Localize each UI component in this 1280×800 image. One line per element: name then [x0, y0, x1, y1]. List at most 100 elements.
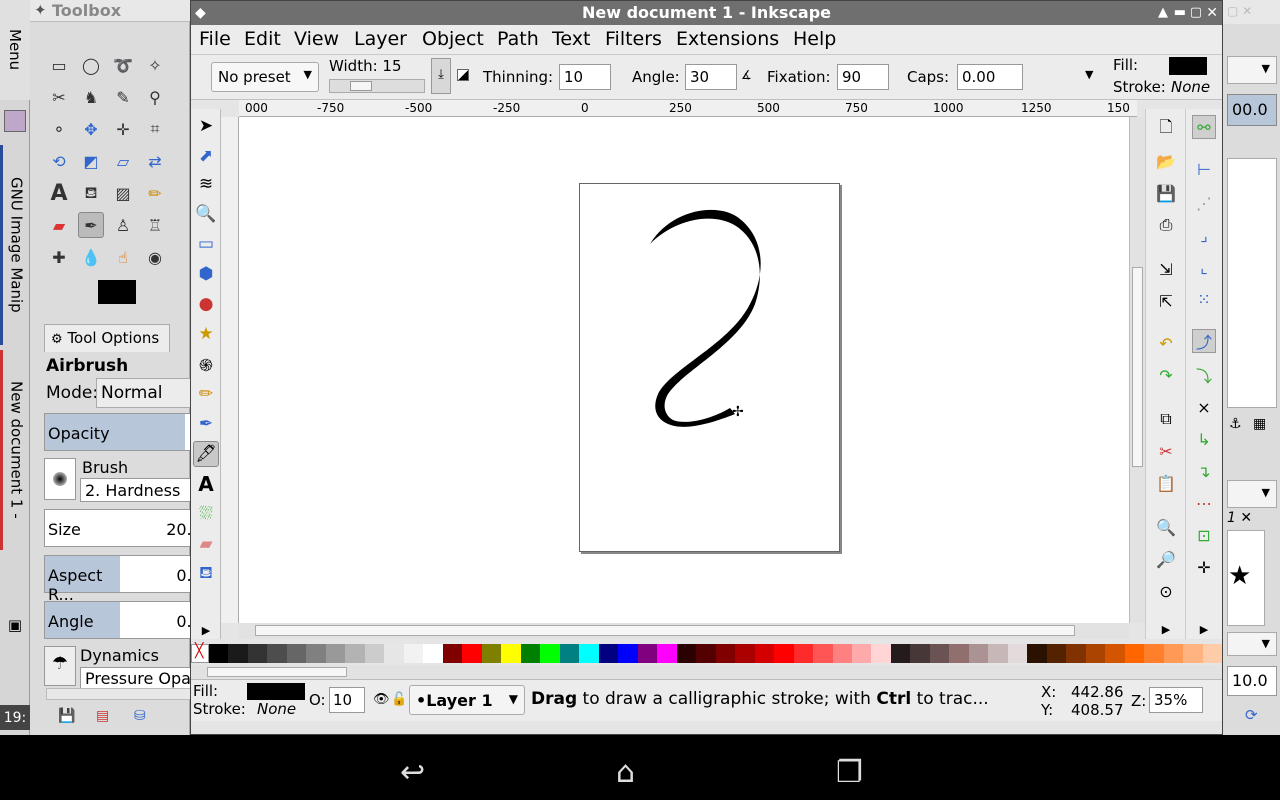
fixation-spinner[interactable]: 90	[837, 64, 889, 90]
snap-paths-icon[interactable]: ⤵	[1192, 363, 1216, 387]
dock-list[interactable]	[1227, 158, 1277, 408]
zoom-selection-icon[interactable]: 🔍	[1154, 515, 1178, 539]
document-page[interactable]: ✢	[579, 183, 840, 552]
star-tool-icon[interactable]: ★	[193, 321, 219, 347]
dock-refresh-icon[interactable]: ⟳	[1245, 706, 1258, 724]
paint-bucket-tool-icon[interactable]: ⛾	[193, 561, 219, 587]
back-icon[interactable]: ↩	[400, 755, 425, 790]
gimp-scrollbar[interactable]	[46, 688, 196, 700]
text-tool-icon[interactable]: A	[193, 471, 219, 497]
palette-swatch[interactable]	[1085, 644, 1106, 663]
dock-anchor-icon[interactable]: ⚓	[1229, 416, 1242, 432]
horizontal-scrollbar[interactable]	[239, 623, 1129, 639]
blur-icon[interactable]: 💧	[78, 244, 104, 270]
snap-bbox-icon[interactable]: ⊢	[1192, 157, 1216, 181]
palette-swatch[interactable]	[949, 644, 969, 663]
ellipse-tool-icon[interactable]: ●	[193, 291, 219, 317]
recents-icon[interactable]: ❐	[836, 755, 863, 790]
menu-filters[interactable]: Filters	[605, 28, 662, 50]
foreground-select-icon[interactable]: ♞	[78, 84, 104, 110]
status-fill-swatch[interactable]	[247, 683, 305, 700]
palette-swatch[interactable]	[657, 644, 677, 663]
menu-file[interactable]: File	[199, 28, 231, 50]
palette-swatch[interactable]	[598, 644, 619, 663]
lasso-icon[interactable]: ➰	[110, 52, 136, 78]
zoom-tool-icon[interactable]: 🔍	[193, 201, 219, 227]
dynamics-icon[interactable]: ☂	[44, 646, 76, 686]
snap-nodes-icon[interactable]: ⤴	[1192, 329, 1216, 353]
brush-name-field[interactable]: 2. Hardness	[80, 478, 200, 502]
move-icon[interactable]: ✥	[78, 116, 104, 142]
snap-smooth-icon[interactable]: ↴	[1192, 459, 1216, 483]
home-icon[interactable]: ⌂	[616, 755, 635, 790]
tilt-toggle-icon[interactable]	[457, 69, 469, 81]
rectangle-tool-icon[interactable]: ▭	[193, 231, 219, 257]
zoom-spinner[interactable]: 35%	[1149, 687, 1203, 713]
snap-centers-icon[interactable]: ⊡	[1192, 523, 1216, 547]
rect-select-icon[interactable]: ▭	[46, 52, 72, 78]
window-close-icon[interactable]: ✕	[1206, 1, 1218, 25]
palette-swatch[interactable]	[774, 644, 794, 663]
paste-icon[interactable]: 📋	[1154, 471, 1178, 495]
crop-icon[interactable]: ⌗	[142, 116, 168, 142]
window-up-icon[interactable]: ▲	[1158, 1, 1168, 25]
ink-icon[interactable]: ♙	[110, 212, 136, 238]
delete-options-icon[interactable]: ⛁	[134, 708, 146, 724]
zoom-page-icon[interactable]: ⊙	[1154, 579, 1178, 603]
dynamics-field[interactable]: Pressure Opa	[80, 667, 200, 689]
palette-swatch[interactable]	[481, 644, 502, 663]
calligraphic-stroke[interactable]	[580, 184, 841, 553]
palette-swatch[interactable]	[228, 644, 248, 663]
ellipse-select-icon[interactable]: ◯	[78, 52, 104, 78]
palette-swatch[interactable]	[890, 644, 911, 663]
snap-rotation-icon[interactable]: ✛	[1192, 555, 1216, 579]
measure-icon[interactable]: ⚬	[46, 116, 72, 142]
palette-swatch[interactable]	[696, 644, 716, 663]
palette-swatch[interactable]	[929, 644, 950, 663]
save-icon[interactable]: 💾	[1154, 181, 1178, 205]
palette-swatch[interactable]	[1066, 644, 1086, 663]
pencil-tool-icon[interactable]: ✏	[193, 381, 219, 407]
palette-swatch[interactable]	[968, 644, 989, 663]
color-palette[interactable]: ╳	[191, 643, 1223, 663]
snap-midpoints-icon[interactable]: ⋯	[1192, 491, 1216, 515]
palette-swatch[interactable]	[832, 644, 852, 663]
import-icon[interactable]: ⇲	[1154, 257, 1178, 281]
vertical-scrollbar[interactable]	[1129, 117, 1145, 623]
pressure-toggle-icon[interactable]: ⤓	[431, 58, 451, 94]
open-icon[interactable]: 📂	[1154, 149, 1178, 173]
palette-swatch[interactable]	[540, 644, 560, 663]
layer-lock-icon[interactable]: 🔓	[391, 692, 407, 707]
pen-tool-icon[interactable]: ✒	[193, 411, 219, 437]
palette-swatch[interactable]	[715, 644, 736, 663]
align-icon[interactable]: ✛	[110, 116, 136, 142]
palette-swatch[interactable]	[462, 644, 482, 663]
menu-extensions[interactable]: Extensions	[676, 28, 779, 50]
status-opacity-spinner[interactable]: 10	[329, 687, 365, 713]
menu-path[interactable]: Path	[497, 28, 539, 50]
palette-swatch[interactable]	[501, 644, 521, 663]
redo-icon[interactable]: ↷	[1154, 363, 1178, 387]
snap-bbox-edge-icon[interactable]: ⋰	[1192, 191, 1216, 215]
snap-bbox-midpoint-icon[interactable]: ⌞	[1192, 255, 1216, 279]
snap-intersections-icon[interactable]: ⨯	[1192, 395, 1216, 419]
palette-swatch[interactable]	[793, 644, 814, 663]
palette-swatch[interactable]	[1027, 644, 1047, 663]
palette-swatch[interactable]	[267, 644, 287, 663]
blend-icon[interactable]: ▨	[110, 180, 136, 206]
restore-options-icon[interactable]: ▤	[96, 708, 109, 724]
tab-tool-options[interactable]: ⚙ Tool Options	[44, 324, 170, 352]
spray-tool-icon[interactable]: ⛆	[193, 501, 219, 527]
palette-swatch[interactable]	[851, 644, 872, 663]
airbrush-icon[interactable]: ✒	[78, 212, 104, 238]
palette-swatch-none[interactable]: ╳	[191, 643, 209, 663]
dock-select-2[interactable]: ▼	[1227, 480, 1277, 508]
clone-icon[interactable]: ♖	[142, 212, 168, 238]
dock-value-a[interactable]: 00.0	[1227, 94, 1277, 126]
palette-swatch[interactable]	[247, 644, 268, 663]
pencil-icon[interactable]: ✏	[142, 180, 168, 206]
drawing-canvas[interactable]: ✢	[239, 117, 1129, 623]
menu-text[interactable]: Text	[552, 28, 590, 50]
fuzzy-select-icon[interactable]: ✧	[142, 52, 168, 78]
palette-swatch[interactable]	[345, 644, 365, 663]
